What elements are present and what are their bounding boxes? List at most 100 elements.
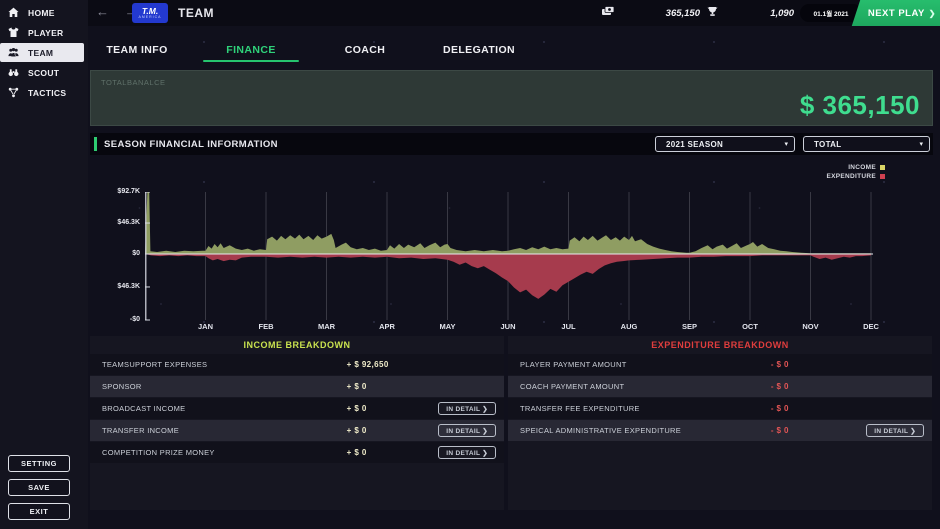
income-breakdown-table: TEAMSUPPORT EXPENSES + $ 92,650 SPONSOR + $…	[90, 354, 504, 463]
total-balance-value: $ 365,150	[800, 90, 920, 121]
finance-chart-svg: JANFEBMARAPRMAYJUNJULAUGSEPOCTNOVDEC	[145, 192, 880, 337]
sidebar-item-label: PLAYER	[28, 28, 64, 38]
in-detail-button[interactable]: IN DETAIL ❯	[438, 424, 496, 437]
type-dropdown-value: TOTAL	[814, 140, 911, 149]
logo-text: T.M.	[142, 7, 158, 16]
chart-legend: INCOME EXPENDITURE	[700, 163, 885, 181]
season-dropdown-value: 2021 SEASON	[666, 140, 776, 149]
chevron-down-icon: ▾	[919, 140, 923, 148]
legend-income: INCOME	[700, 163, 885, 172]
table-row: COACH PAYMENT AMOUNT - $ 0	[508, 376, 932, 397]
top-bar: ← → T.M. AMERICA TEAM 365,150 1,090 01.1…	[0, 0, 940, 26]
money-counter: 365,150	[600, 0, 700, 26]
table-row: SPONSOR + $ 0	[90, 376, 504, 397]
save-button[interactable]: SAVE	[8, 479, 70, 496]
table-row: PLAYER PAYMENT AMOUNT- $ 0	[508, 354, 932, 375]
tab-delegation[interactable]: DELEGATION	[422, 38, 536, 67]
row-value: + $ 0	[347, 404, 367, 413]
tactics-icon	[8, 87, 22, 98]
row-value: - $ 0	[771, 360, 789, 369]
sidebar-item-player[interactable]: PLAYER	[0, 23, 88, 42]
month-label: AUG	[621, 322, 638, 331]
month-label: MAR	[318, 322, 336, 331]
sidebar-item-scout[interactable]: SCOUT	[0, 63, 88, 82]
row-value: - $ 0	[771, 382, 789, 391]
y-tick-label: $0	[96, 250, 140, 257]
type-dropdown[interactable]: TOTAL ▾	[803, 136, 930, 152]
next-play-label: NEXT PLAY	[868, 8, 925, 19]
money-value: 365,150	[616, 8, 700, 19]
table-row: SPEICAL ADMINISTRATIVE EXPENDITURE- $ 0I…	[508, 420, 932, 441]
logo-subtext: AMERICA	[139, 16, 162, 20]
legend-expenditure: EXPENDITURE	[700, 172, 885, 181]
row-value: + $ 0	[347, 448, 367, 457]
row-label: TRANSFER FEE EXPENDITURE	[508, 404, 640, 413]
row-value: - $ 0	[771, 404, 789, 413]
sidebar-item-label: SCOUT	[28, 68, 59, 78]
row-value: + $ 0	[347, 426, 367, 435]
header-accent-bar	[94, 137, 97, 151]
trophy-value: 1,090	[720, 8, 794, 19]
trophy-counter: 1,090	[704, 0, 794, 26]
table-row: COMPETITION PRIZE MONEY + $ 0 IN DETAIL ❯	[90, 442, 504, 463]
home-icon	[8, 7, 22, 18]
sidebar-item-team[interactable]: TEAM	[0, 43, 84, 62]
money-icon	[600, 4, 616, 22]
sidebar-item-label: TACTICS	[28, 88, 66, 98]
tab-finance[interactable]: FINANCE	[194, 38, 308, 67]
month-label: OCT	[742, 322, 758, 331]
month-label: APR	[379, 322, 395, 331]
sidebar-item-label: HOME	[28, 8, 55, 18]
row-label: TEAMSUPPORT EXPENSES	[90, 360, 207, 369]
total-balance-label: TOTALBANALCE	[101, 78, 166, 87]
next-play-button[interactable]: NEXT PLAY❯	[852, 0, 940, 26]
table-row: TRANSFER INCOME + $ 0 IN DETAIL ❯	[90, 420, 504, 441]
setting-button[interactable]: SETTING	[8, 455, 70, 472]
total-balance-panel: TOTALBANALCE $ 365,150	[90, 70, 933, 126]
income-swatch	[880, 165, 885, 170]
back-arrow-icon[interactable]: ←	[96, 4, 115, 19]
y-tick-label: $92.7K	[96, 188, 140, 195]
row-value: - $ 0	[771, 426, 789, 435]
month-label: MAY	[440, 322, 456, 331]
month-label: FEB	[259, 322, 275, 331]
y-tick-label: $46.3K	[96, 219, 140, 226]
finance-chart: JANFEBMARAPRMAYJUNJULAUGSEPOCTNOVDEC	[145, 192, 880, 337]
expenditure-swatch	[880, 174, 885, 179]
season-dropdown[interactable]: 2021 SEASON ▾	[655, 136, 795, 152]
month-label: NOV	[802, 322, 818, 331]
in-detail-button[interactable]: IN DETAIL ❯	[438, 446, 496, 459]
section-title: SEASON FINANCIAL INFORMATION	[104, 139, 278, 150]
player-shirt-icon	[8, 27, 22, 38]
expenditure-breakdown-table: PLAYER PAYMENT AMOUNT- $ 0COACH PAYMENT …	[508, 354, 932, 441]
row-label: COACH PAYMENT AMOUNT	[508, 382, 624, 391]
sidebar-item-tactics[interactable]: TACTICS	[0, 83, 88, 102]
page-title: TEAM	[178, 6, 214, 20]
month-label: JAN	[198, 322, 213, 331]
row-label: TRANSFER INCOME	[90, 426, 179, 435]
season-financial-header: SEASON FINANCIAL INFORMATION 2021 SEASON…	[90, 133, 933, 155]
exit-button[interactable]: EXIT	[8, 503, 70, 520]
row-value: + $ 92,650	[347, 360, 389, 369]
row-label: COMPETITION PRIZE MONEY	[90, 448, 215, 457]
y-tick-label: $46.3K	[96, 283, 140, 290]
in-detail-button[interactable]: IN DETAIL ❯	[866, 424, 924, 437]
tab-team-info[interactable]: TEAM INFO	[80, 38, 194, 67]
team-icon	[8, 47, 22, 58]
team-tabs: TEAM INFO FINANCE COACH DELEGATION	[80, 38, 536, 67]
date-text: 01.1월 2021	[814, 8, 849, 18]
trophy-icon	[704, 4, 720, 22]
table-row: TEAMSUPPORT EXPENSES + $ 92,650	[90, 354, 504, 375]
month-label: JUL	[561, 322, 576, 331]
chevron-down-icon: ▾	[784, 140, 788, 148]
in-detail-button[interactable]: IN DETAIL ❯	[438, 402, 496, 415]
expenditure-breakdown-title: EXPENDITURE BREAKDOWN	[508, 336, 932, 354]
row-label: SPONSOR	[90, 382, 142, 391]
month-label: JUN	[500, 322, 515, 331]
income-breakdown-title: INCOME BREAKDOWN	[90, 336, 504, 354]
tab-coach[interactable]: COACH	[308, 38, 422, 67]
row-value: + $ 0	[347, 382, 367, 391]
sidebar-item-home[interactable]: HOME	[0, 3, 88, 22]
month-label: DEC	[863, 322, 879, 331]
table-row: TRANSFER FEE EXPENDITURE - $ 0	[508, 398, 932, 419]
